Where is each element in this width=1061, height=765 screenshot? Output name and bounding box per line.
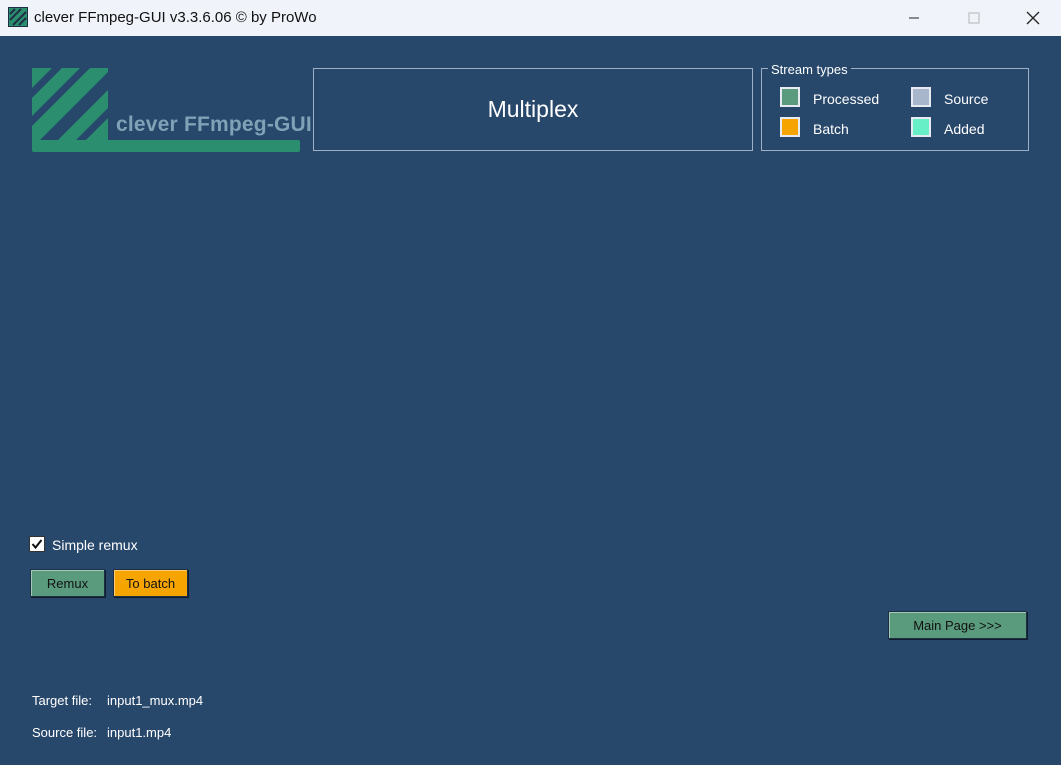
- page-title: Multiplex: [487, 96, 579, 122]
- processed-label: Processed: [813, 91, 880, 107]
- batch-label: Batch: [813, 121, 849, 137]
- title-bar[interactable]: clever FFmpeg-GUI v3.3.6.06 © by ProWo: [0, 0, 1061, 36]
- source-file-value: input1.mp4: [107, 725, 172, 740]
- brand-logo: [32, 68, 300, 152]
- minimize-button[interactable]: [885, 0, 943, 36]
- target-file-value: input1_mux.mp4: [107, 693, 204, 708]
- simple-remux-label[interactable]: Simple remux: [52, 537, 138, 553]
- simple-remux-checkbox[interactable]: [29, 536, 45, 552]
- source-file-label: Source file:: [32, 725, 98, 740]
- processed-swatch: [780, 87, 800, 107]
- app-window: clever FFmpeg-GUI v3.3.6.06 © by ProWo c…: [0, 0, 1061, 765]
- target-file-label: Target file:: [32, 693, 92, 708]
- stream-types-legend: Stream types: [768, 62, 851, 77]
- added-swatch: [911, 117, 931, 137]
- checkmark-icon: [31, 539, 43, 550]
- remux-button[interactable]: Remux: [30, 569, 105, 597]
- main-page-button[interactable]: Main Page >>>: [888, 611, 1027, 639]
- added-label: Added: [944, 121, 985, 137]
- stream-types-group: [761, 68, 1029, 151]
- close-icon: [1026, 11, 1040, 25]
- logo-text: clever FFmpeg-GUI: [116, 113, 312, 136]
- batch-swatch: [780, 117, 800, 137]
- page-title-box: Multiplex: [313, 68, 753, 151]
- minimize-icon: [909, 17, 919, 19]
- maximize-icon: [968, 12, 980, 24]
- maximize-button[interactable]: [945, 0, 1003, 36]
- app-logo-icon: [8, 7, 28, 27]
- source-label: Source: [944, 91, 989, 107]
- to-batch-button[interactable]: To batch: [113, 569, 188, 597]
- close-button[interactable]: [1004, 0, 1061, 36]
- window-title: clever FFmpeg-GUI v3.3.6.06 © by ProWo: [34, 9, 317, 26]
- source-swatch: [911, 87, 931, 107]
